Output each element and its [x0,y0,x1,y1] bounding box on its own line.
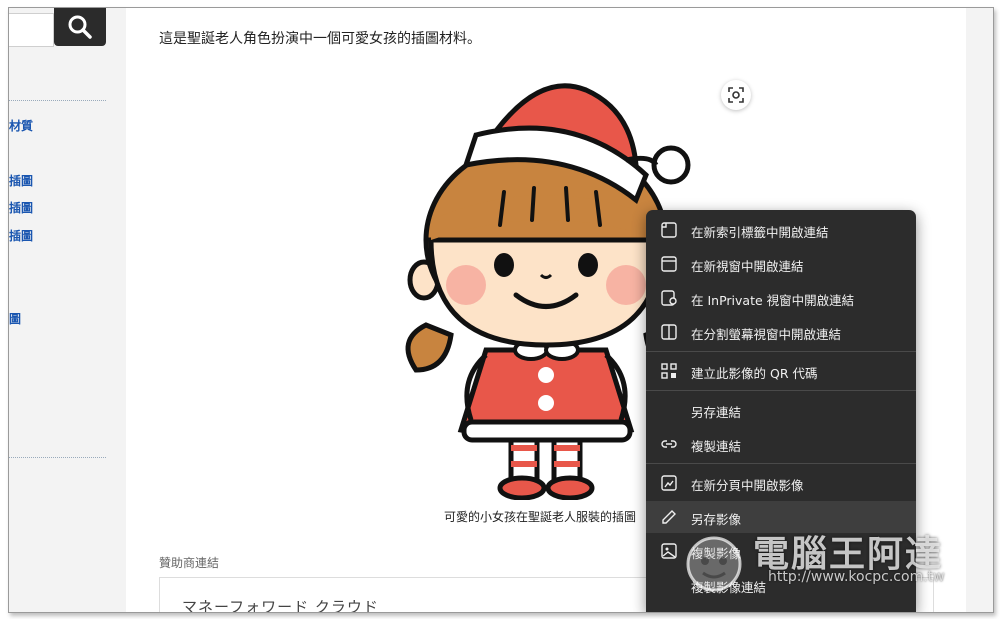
menu-item-label: 在分割螢幕視窗中開啟連結 [691,327,842,342]
menu-open-link-inprivate[interactable]: 在 InPrivate 視窗中開啟連結 [646,282,916,314]
menu-separator [646,351,916,352]
visual-search-button[interactable] [721,80,751,110]
watermark-logo-icon [686,536,742,592]
save-image-icon [662,510,676,524]
menu-open-link-split-screen[interactable]: 在分割螢幕視窗中開啟連結 [646,316,916,348]
qr-code-icon [661,363,677,379]
menu-open-image-new-tab[interactable]: 在新分頁中開啟影像 [646,467,916,499]
menu-copy-link[interactable]: 複製連結 [646,428,916,460]
intro-text: 這是聖誕老人角色扮演中一個可愛女孩的插圖材料。 [159,31,481,47]
image-caption: 可愛的小女孩在聖誕老人服裝的插圖 [444,510,637,524]
watermark: 電腦王阿達 http://www.kocpc.com.tw [683,505,973,615]
sidebar-link-illustration-3[interactable]: 插圖 [9,227,33,244]
menu-item-label: 在新索引標籤中開啟連結 [691,225,829,240]
search-button[interactable] [54,8,106,46]
menu-item-label: 在新視窗中開啟連結 [691,259,804,274]
link-icon [661,440,677,448]
search-input[interactable] [9,13,54,47]
menu-open-link-new-tab[interactable]: 在新索引標籤中開啟連結 [646,214,916,246]
menu-separator [646,463,916,464]
menu-create-qr-code[interactable]: 建立此影像的 QR 代碼 [646,355,916,387]
sidebar-link-4[interactable]: 圖 [9,310,21,327]
menu-save-link[interactable]: 另存連結 [646,394,916,426]
open-image-icon [661,475,677,491]
new-window-icon [661,256,677,272]
sidebar-link-illustration-1[interactable]: 插圖 [9,172,33,189]
divider [9,457,106,458]
sidebar-link-material[interactable]: 材質 [9,117,33,134]
copy-image-icon [661,543,677,559]
split-screen-icon [661,324,677,340]
new-tab-icon [661,222,677,238]
menu-item-label: 複製連結 [691,439,742,454]
menu-open-link-new-window[interactable]: 在新視窗中開啟連結 [646,248,916,280]
search-icon [68,15,92,39]
sidebar-link-illustration-2[interactable]: 插圖 [9,199,33,216]
menu-item-label: 另存連結 [691,405,742,420]
menu-separator [646,390,916,391]
menu-item-label: 在 InPrivate 視窗中開啟連結 [691,293,855,308]
menu-item-label: 建立此影像的 QR 代碼 [691,366,818,381]
sponsor-label: 贊助商連結 [159,556,220,570]
watermark-url: http://www.kocpc.com.tw [768,569,945,585]
ad-text: マネーフォワード クラウド [182,598,379,613]
menu-item-label: 在新分頁中開啟影像 [691,478,804,493]
divider [9,100,106,101]
visual-search-icon [728,87,744,103]
sidebar: 材質 插圖 插圖 插圖 圖 [9,8,126,612]
inprivate-window-icon [661,290,677,306]
